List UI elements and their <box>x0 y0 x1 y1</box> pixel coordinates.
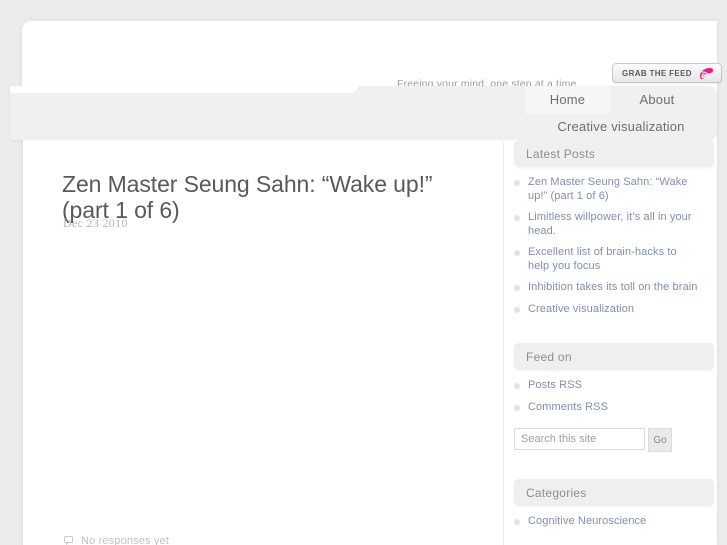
grab-the-feed-button[interactable]: GRAB THE FEED <box>612 63 722 83</box>
posts-rss-link[interactable]: Posts RSS <box>528 379 582 391</box>
widget-categories: Categories Cognitive Neuroscience <box>514 479 719 529</box>
widget-latest-posts: Latest Posts Zen Master Seung Sahn: “Wak… <box>514 140 719 316</box>
sidebar: Latest Posts Zen Master Seung Sahn: “Wak… <box>514 140 719 537</box>
list-item[interactable]: Creative visualization <box>514 303 700 317</box>
nav-notch <box>10 86 358 93</box>
latest-post-link[interactable]: Creative visualization <box>528 303 634 315</box>
latest-post-link[interactable]: Limitless willpower, it’s all in your he… <box>528 211 692 237</box>
post-date: Dec 23 2010 <box>63 216 128 230</box>
list-item[interactable]: Zen Master Seung Sahn: “Wake up!” (part … <box>514 176 700 203</box>
list-item[interactable]: Limitless willpower, it’s all in your he… <box>514 211 700 238</box>
nav-item-home[interactable]: Home <box>525 86 610 114</box>
widget-categories-header: Categories <box>514 479 714 506</box>
list-item[interactable]: Comments RSS <box>514 401 700 415</box>
post-responses-label: No responses yet <box>81 535 169 545</box>
comment-bubble-icon <box>64 532 75 545</box>
latest-post-link[interactable]: Inhibition takes its toll on the brain <box>528 281 698 293</box>
latest-posts-list: Zen Master Seung Sahn: “Wake up!” (part … <box>514 176 719 316</box>
site-header: Freeing your mind, one step at a time GR… <box>22 21 722 102</box>
site-search: Go <box>514 428 719 452</box>
post-responses[interactable]: No responses yet <box>64 532 169 545</box>
content-sidebar-divider <box>503 142 504 545</box>
search-input[interactable] <box>514 428 645 450</box>
comments-rss-link[interactable]: Comments RSS <box>528 401 608 413</box>
nav-item-about[interactable]: About <box>612 86 702 114</box>
rss-feed-icon <box>699 67 714 80</box>
feed-on-list: Posts RSS Comments RSS <box>514 379 719 414</box>
latest-post-link[interactable]: Zen Master Seung Sahn: “Wake up!” (part … <box>528 176 688 202</box>
list-item[interactable]: Excellent list of brain-hacks to help yo… <box>514 246 700 273</box>
widget-feed-on-header: Feed on <box>514 343 714 370</box>
widget-latest-posts-title: Latest Posts <box>526 146 596 161</box>
list-item[interactable]: Posts RSS <box>514 379 700 393</box>
nav-item-creative-visualization[interactable]: Creative visualization <box>540 114 702 140</box>
browser-viewport: Freeing your mind, one step at a time GR… <box>0 0 727 545</box>
widget-feed-on: Feed on Posts RSS Comments RSS Go <box>514 343 719 452</box>
grab-the-feed-label: GRAB THE FEED <box>622 68 692 78</box>
list-item[interactable]: Cognitive Neuroscience <box>514 515 700 529</box>
list-item[interactable]: Inhibition takes its toll on the brain <box>514 281 700 295</box>
category-link[interactable]: Cognitive Neuroscience <box>528 515 646 527</box>
latest-post-link[interactable]: Excellent list of brain-hacks to help yo… <box>528 246 677 272</box>
categories-list: Cognitive Neuroscience <box>514 515 719 529</box>
widget-latest-posts-header: Latest Posts <box>514 140 714 167</box>
widget-feed-on-title: Feed on <box>526 349 572 364</box>
search-go-button[interactable]: Go <box>648 428 672 452</box>
widget-categories-title: Categories <box>526 485 587 500</box>
